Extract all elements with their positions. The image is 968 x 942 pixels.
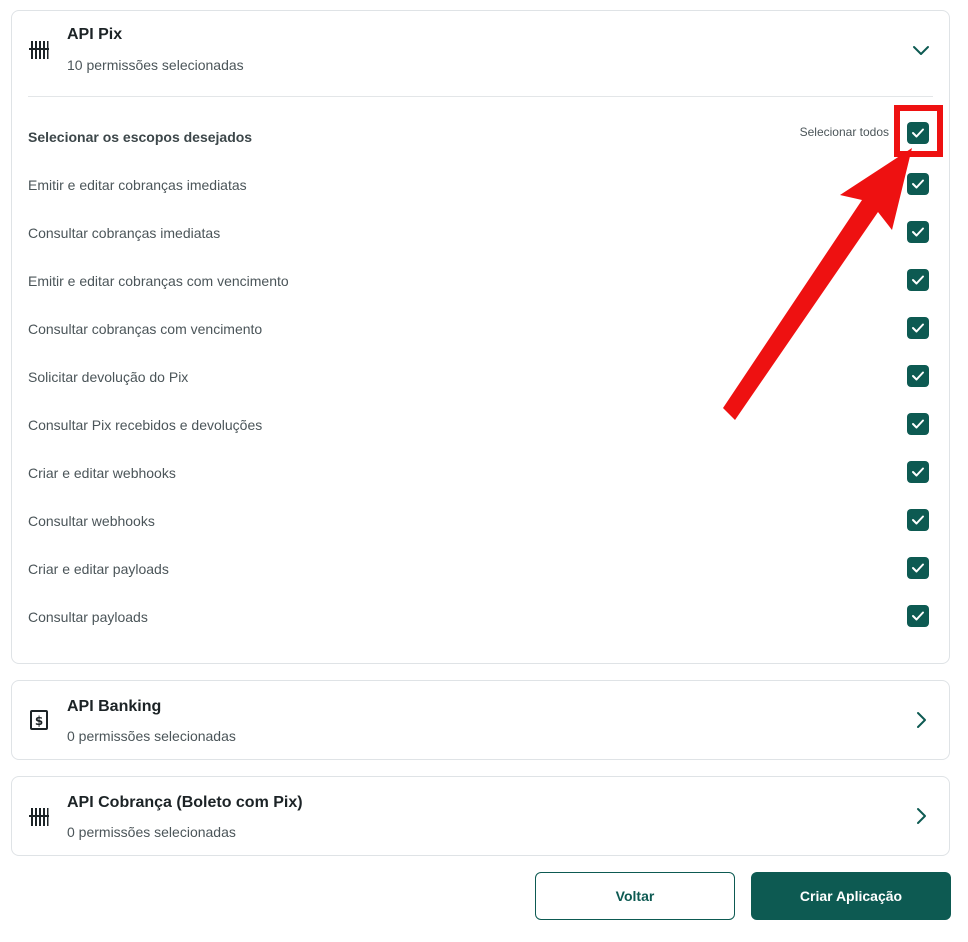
scope-checkbox[interactable] [907, 461, 929, 483]
check-icon [912, 611, 924, 621]
chevron-right-icon[interactable] [911, 710, 931, 730]
scope-label: Emitir e editar cobranças com vencimento [28, 273, 289, 289]
create-application-button[interactable]: Criar Aplicação [751, 872, 951, 920]
scope-checkbox[interactable] [907, 269, 929, 291]
scope-label: Consultar payloads [28, 609, 148, 625]
card-subtitle: 0 permissões selecionadas [67, 728, 236, 744]
scope-row[interactable]: Consultar cobranças com vencimento [28, 317, 929, 341]
card-subtitle: 0 permissões selecionadas [67, 824, 236, 840]
scope-checkbox[interactable] [907, 557, 929, 579]
barcode-icon [29, 808, 49, 826]
scope-label: Emitir e editar cobranças imediatas [28, 177, 247, 193]
scope-label: Solicitar devolução do Pix [28, 369, 189, 385]
scope-checkbox[interactable] [907, 605, 929, 627]
barcode-icon [29, 41, 49, 59]
check-icon [912, 275, 924, 285]
svg-text:$: $ [35, 714, 43, 728]
check-icon [912, 179, 924, 189]
check-icon [912, 563, 924, 573]
api-banking-header[interactable]: $ API Banking 0 permissões selecionadas [12, 681, 949, 761]
scope-heading: Selecionar os escopos desejados [28, 129, 253, 145]
check-icon [912, 128, 924, 138]
scope-checkbox[interactable] [907, 173, 929, 195]
api-pix-card: API Pix 10 permissões selecionadas Selec… [11, 10, 950, 664]
scope-checkbox[interactable] [907, 365, 929, 387]
scope-row[interactable]: Consultar payloads [28, 605, 929, 629]
back-button[interactable]: Voltar [535, 872, 735, 920]
check-icon [912, 467, 924, 477]
chevron-right-icon[interactable] [911, 806, 931, 826]
divider [28, 96, 933, 97]
scope-row[interactable]: Emitir e editar cobranças imediatas [28, 173, 929, 197]
scope-row[interactable]: Emitir e editar cobranças com vencimento [28, 269, 929, 293]
api-cobranca-card[interactable]: API Cobrança (Boleto com Pix) 0 permissõ… [11, 776, 950, 856]
check-icon [912, 371, 924, 381]
scope-checkbox[interactable] [907, 413, 929, 435]
select-all-checkbox[interactable] [907, 122, 929, 144]
check-icon [912, 323, 924, 333]
select-all-label: Selecionar todos [799, 125, 889, 139]
scope-label: Criar e editar payloads [28, 561, 169, 577]
chevron-down-icon[interactable] [911, 41, 931, 61]
api-pix-header[interactable]: API Pix 10 permissões selecionadas [12, 11, 949, 95]
scope-row[interactable]: Criar e editar payloads [28, 557, 929, 581]
check-icon [912, 515, 924, 525]
card-subtitle: 10 permissões selecionadas [67, 57, 244, 73]
scope-checkbox[interactable] [907, 317, 929, 339]
card-title: API Cobrança (Boleto com Pix) [67, 794, 303, 811]
api-cobranca-header[interactable]: API Cobrança (Boleto com Pix) 0 permissõ… [12, 777, 949, 857]
scope-row[interactable]: Consultar Pix recebidos e devoluções [28, 413, 929, 437]
scope-checkbox[interactable] [907, 221, 929, 243]
check-icon [912, 419, 924, 429]
scope-row[interactable]: Criar e editar webhooks [28, 461, 929, 485]
card-title: API Banking [67, 698, 162, 715]
scope-label: Consultar cobranças com vencimento [28, 321, 263, 337]
scope-checkbox[interactable] [907, 509, 929, 531]
check-icon [912, 227, 924, 237]
scope-label: Consultar webhooks [28, 513, 155, 529]
card-title: API Pix [67, 26, 123, 43]
scope-label: Criar e editar webhooks [28, 465, 176, 481]
banking-receipt-icon: $ [30, 710, 48, 730]
scope-row[interactable]: Solicitar devolução do Pix [28, 365, 929, 389]
scope-row[interactable]: Consultar cobranças imediatas [28, 221, 929, 245]
scope-label: Consultar cobranças imediatas [28, 225, 221, 241]
api-banking-card[interactable]: $ API Banking 0 permissões selecionadas [11, 680, 950, 760]
scope-label: Consultar Pix recebidos e devoluções [28, 417, 263, 433]
scope-row[interactable]: Consultar webhooks [28, 509, 929, 533]
